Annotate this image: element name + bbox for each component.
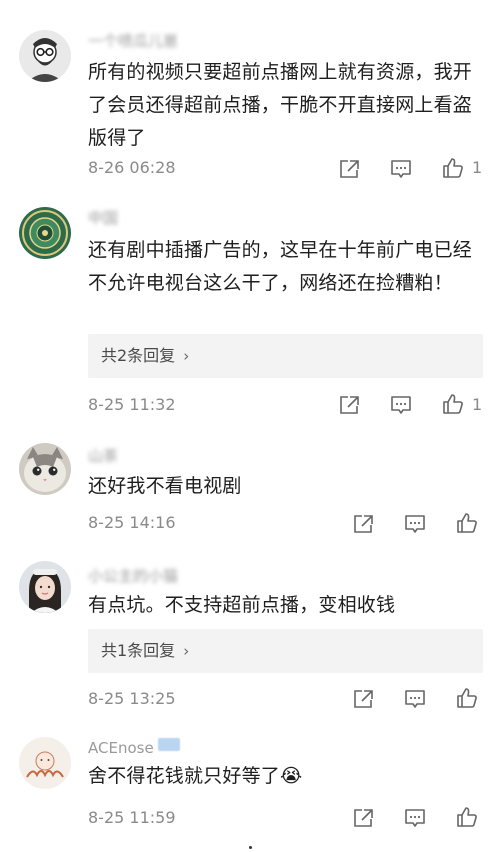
timestamp: 8-25 11:32: [88, 395, 176, 414]
like-icon[interactable]: [455, 806, 479, 828]
chevron-right-icon: ›: [183, 347, 190, 365]
username-text: ACEnose: [88, 739, 154, 757]
like-count: 1: [472, 395, 483, 414]
girl-avatar-icon[interactable]: [19, 561, 71, 613]
comment-icon[interactable]: [389, 158, 413, 180]
like-icon[interactable]: [441, 393, 465, 415]
username[interactable]: 小公主的小猫: [88, 565, 178, 586]
share-icon[interactable]: [351, 807, 375, 829]
doodle-avatar-icon[interactable]: [19, 737, 71, 789]
timestamp: 8-26 06:28: [88, 158, 176, 177]
comment-icon[interactable]: [403, 513, 427, 535]
comment-item: 中国 还有剧中插播广告的，这早在十年前广电已经不允许电视台这么干了，网络还在捡糟…: [0, 195, 500, 430]
reply-count-button[interactable]: 共2条回复 ›: [88, 334, 483, 378]
like-icon[interactable]: [441, 157, 465, 179]
comment-item: ACEnose 舍不得花钱就只好等了😭 8-25 11:59: [0, 720, 500, 845]
share-icon[interactable]: [351, 688, 375, 710]
timestamp: 8-25 11:59: [88, 808, 176, 827]
username[interactable]: ACEnose: [88, 738, 180, 757]
chevron-right-icon: ›: [183, 642, 190, 660]
vip-badge-icon: [157, 738, 180, 751]
green-emblem-avatar-icon[interactable]: [19, 207, 71, 259]
bearded-man-avatar-icon[interactable]: [19, 30, 71, 82]
like-icon[interactable]: [455, 687, 479, 709]
reply-count-label: 共1条回复: [101, 641, 176, 660]
comment-text: 还有剧中插播广告的，这早在十年前广电已经不允许电视台这么干了，网络还在捡糟粕！: [88, 239, 473, 294]
share-icon[interactable]: [337, 394, 361, 416]
scroll-indicator-dot: [249, 846, 252, 849]
reply-count-button[interactable]: 共1条回复 ›: [88, 629, 483, 673]
comment-item: 一个喷瓜儿崽 所有的视频只要超前点播网上就有资源，我开了会员还得超前点播，干脆不…: [0, 0, 500, 195]
like-count: 1: [472, 158, 483, 177]
comment-icon[interactable]: [403, 688, 427, 710]
share-icon[interactable]: [337, 158, 361, 180]
reply-count-label: 共2条回复: [101, 346, 176, 365]
share-icon[interactable]: [351, 513, 375, 535]
like-icon[interactable]: [455, 512, 479, 534]
timestamp: 8-25 14:16: [88, 513, 176, 532]
comment-text: 还好我不看电视剧: [88, 475, 242, 497]
comment-text: 所有的视频只要超前点播网上就有资源，我开了会员还得超前点播，干脆不开直接网上看盗…: [88, 61, 473, 149]
comment-icon[interactable]: [403, 807, 427, 829]
comment-text: 有点坑。不支持超前点播，变相收钱: [88, 594, 396, 616]
comment-text: 舍不得花钱就只好等了😭: [88, 765, 303, 787]
username[interactable]: 一个喷瓜儿崽: [88, 30, 178, 51]
cat-avatar-icon[interactable]: [19, 443, 71, 495]
comment-item: 小公主的小猫 有点坑。不支持超前点播，变相收钱 共1条回复 › 8-25 13:2…: [0, 550, 500, 720]
comment-item: 山茶 还好我不看电视剧 8-25 14:16: [0, 430, 500, 550]
comment-icon[interactable]: [389, 394, 413, 416]
username[interactable]: 中国: [88, 207, 118, 228]
username[interactable]: 山茶: [88, 445, 118, 466]
timestamp: 8-25 13:25: [88, 689, 176, 708]
